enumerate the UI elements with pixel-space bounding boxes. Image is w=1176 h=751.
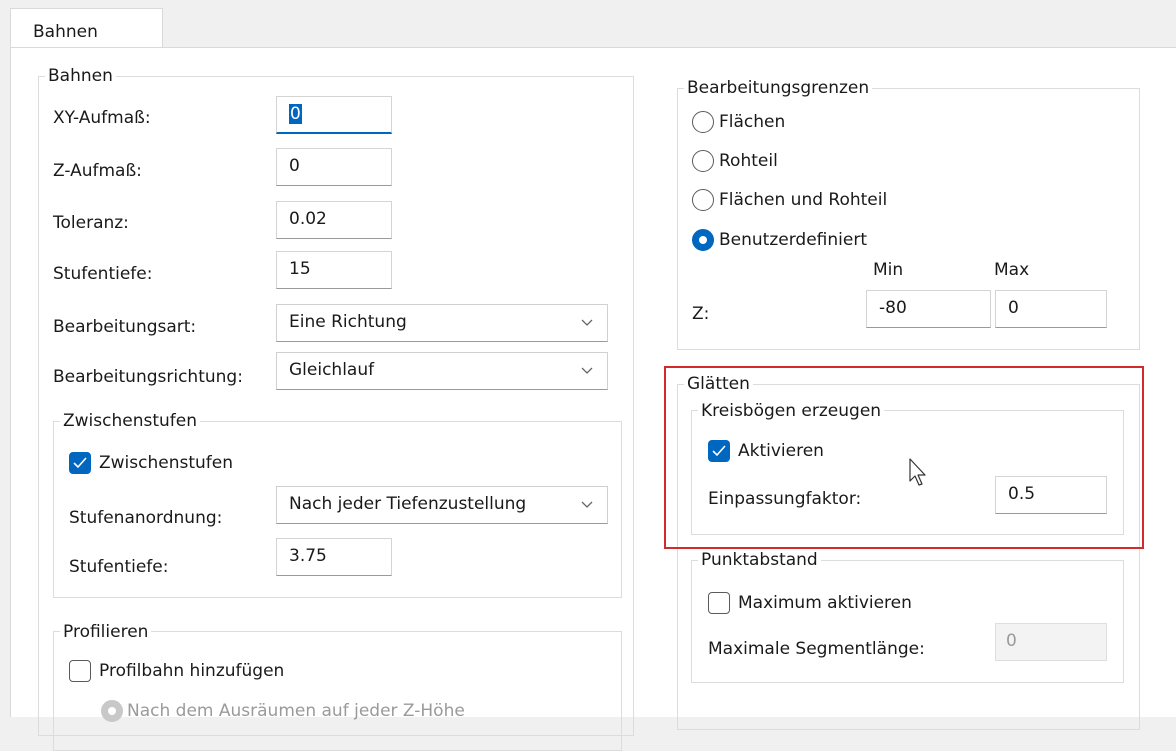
segmentlaenge-input[interactable]: 0 — [995, 623, 1107, 661]
group-profilieren-title: Profilieren — [60, 622, 152, 642]
z-max-input[interactable]: 0 — [995, 290, 1107, 328]
radio-rohteil-label: Rohteil — [719, 151, 778, 171]
chevron-down-icon — [581, 319, 593, 326]
tab-bahnen-label: Bahnen — [33, 22, 98, 42]
toleranz-input[interactable]: 0.02 — [276, 201, 392, 239]
stufenanordnung-label: Stufenanordnung: — [69, 508, 223, 528]
radio-rohteil[interactable] — [692, 150, 714, 172]
stufenanordnung-value: Nach jeder Tiefenzustellung — [289, 494, 527, 514]
radio-benutzerdefiniert[interactable] — [692, 229, 714, 251]
xy-aufmass-input[interactable]: 0 — [276, 96, 392, 134]
radio-flaechen-label: Flächen — [719, 112, 786, 132]
group-punktabstand — [691, 560, 1124, 683]
mouse-cursor-icon — [909, 458, 926, 486]
radio-flaechen[interactable] — [692, 111, 714, 133]
radio-flaechen-und-rohteil-label: Flächen und Rohteil — [719, 190, 888, 210]
max-label: Max — [994, 260, 1030, 280]
z-aufmass-label: Z-Aufmaß: — [53, 161, 142, 181]
checkmark-icon — [73, 457, 87, 469]
zwischenstufen-checkbox-label: Zwischenstufen — [99, 453, 233, 473]
profilbahn-checkbox-label: Profilbahn hinzufügen — [99, 661, 285, 681]
stufentiefe-input[interactable]: 15 — [276, 251, 392, 289]
toleranz-label: Toleranz: — [53, 213, 129, 233]
bearbeitungsrichtung-value: Gleichlauf — [289, 360, 375, 380]
radio-flaechen-und-rohteil[interactable] — [692, 189, 714, 211]
chevron-down-icon — [581, 501, 593, 508]
segmentlaenge-value: 0 — [1006, 631, 1017, 651]
zwischen-stufentiefe-value: 3.75 — [289, 546, 327, 566]
zwischen-stufentiefe-input[interactable]: 3.75 — [276, 538, 392, 576]
chevron-down-icon — [581, 367, 593, 374]
tab-page: Bahnen XY-Aufmaß: 0 Z-Aufmaß: 0 Toleranz… — [10, 47, 1176, 751]
radio-benutzerdefiniert-label: Benutzerdefiniert — [719, 230, 867, 250]
bearbeitungsart-select[interactable]: Eine Richtung — [276, 304, 608, 342]
stufentiefe-label: Stufentiefe: — [53, 264, 153, 284]
nach-ausraeumen-label: Nach dem Ausräumen auf jeder Z-Höhe — [127, 701, 465, 721]
group-zwischenstufen-title: Zwischenstufen — [60, 411, 200, 431]
group-punktabstand-title: Punktabstand — [698, 550, 821, 570]
nach-ausraeumen-radio[interactable] — [101, 700, 123, 722]
group-bahnen-title: Bahnen — [45, 66, 116, 86]
xy-aufmass-value: 0 — [289, 104, 302, 124]
bearbeitungsart-label: Bearbeitungsart: — [53, 317, 197, 337]
z-min-value: -80 — [879, 298, 907, 318]
zwischen-stufentiefe-label: Stufentiefe: — [69, 557, 169, 577]
stufenanordnung-select[interactable]: Nach jeder Tiefenzustellung — [276, 486, 608, 524]
zwischenstufen-checkbox[interactable] — [69, 452, 91, 474]
bearbeitungsart-value: Eine Richtung — [289, 312, 407, 332]
toleranz-value: 0.02 — [289, 209, 327, 229]
z-aufmass-value: 0 — [289, 156, 300, 176]
xy-aufmass-label: XY-Aufmaß: — [53, 108, 151, 128]
group-bearbeitungsgrenzen-title: Bearbeitungsgrenzen — [684, 78, 873, 98]
maximum-aktivieren-label: Maximum aktivieren — [738, 593, 912, 613]
z-grenze-label: Z: — [692, 304, 710, 324]
tab-strip: Bahnen — [0, 0, 1176, 49]
bearbeitungsrichtung-label: Bearbeitungsrichtung: — [53, 367, 243, 387]
z-min-input[interactable]: -80 — [866, 290, 991, 328]
tab-bahnen[interactable]: Bahnen — [10, 8, 163, 49]
segmentlaenge-label: Maximale Segmentlänge: — [708, 639, 925, 659]
maximum-aktivieren-checkbox[interactable] — [708, 592, 730, 614]
highlight-box — [664, 366, 1144, 549]
z-max-value: 0 — [1008, 298, 1019, 318]
min-label: Min — [873, 260, 904, 280]
bearbeitungsrichtung-select[interactable]: Gleichlauf — [276, 352, 608, 390]
stufentiefe-value: 15 — [289, 259, 311, 279]
group-profilieren — [53, 631, 622, 751]
z-aufmass-input[interactable]: 0 — [276, 148, 392, 186]
profilbahn-checkbox[interactable] — [69, 660, 91, 682]
